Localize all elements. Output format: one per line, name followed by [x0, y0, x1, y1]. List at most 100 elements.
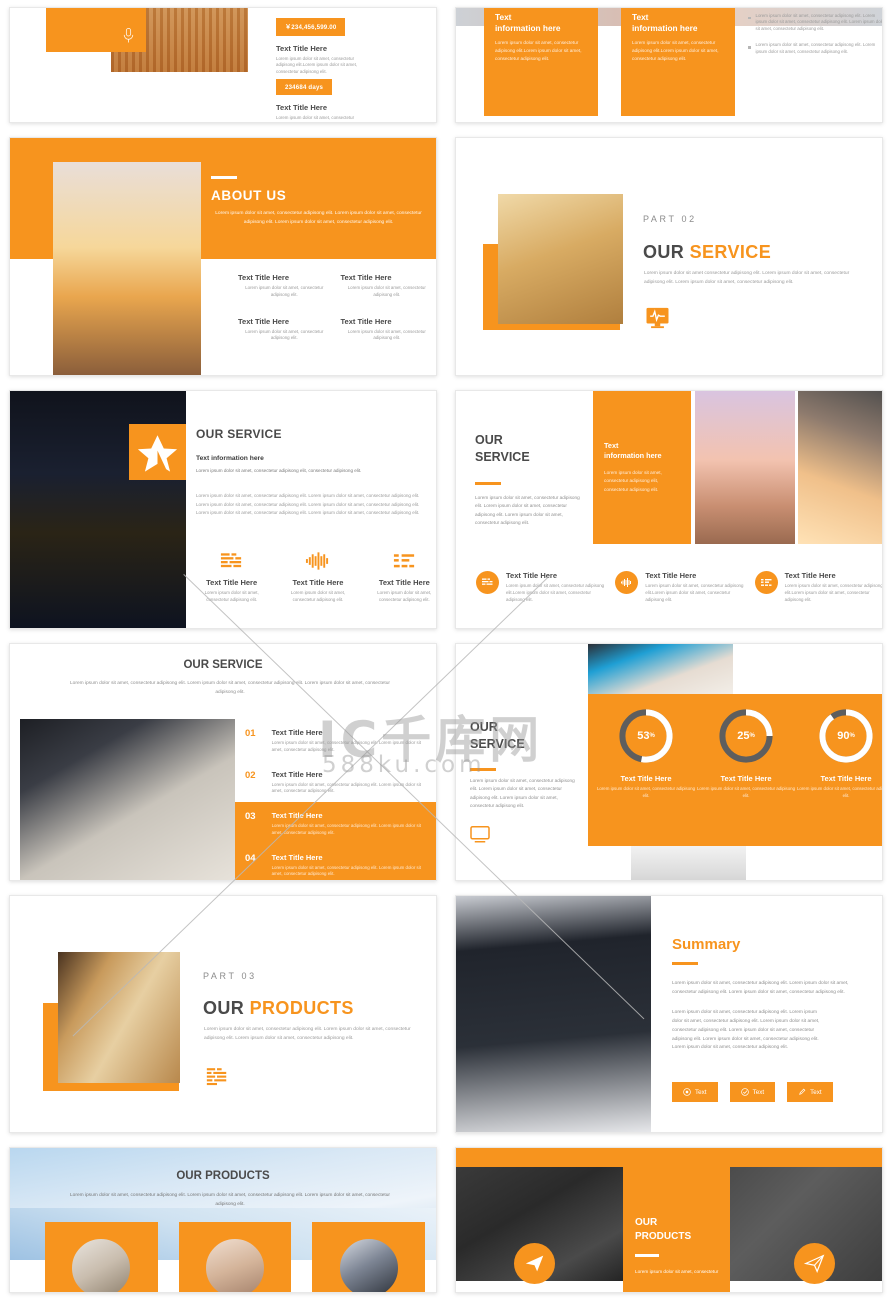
paper-plane-icon[interactable]: [514, 1243, 555, 1284]
equalizer-bars-icon: [193, 549, 270, 572]
slide6-feature2-title: Text Title Here: [784, 571, 836, 580]
text-button-1[interactable]: Text: [729, 1082, 776, 1102]
slide-about-us[interactable]: ABOUT US Lorem ipsum dolor sit amet, con…: [9, 137, 437, 376]
slide-service-donuts[interactable]: OUR SERVICE Lorem ipsum dolor sit amet, …: [455, 643, 883, 881]
text-button-0[interactable]: Text: [672, 1082, 718, 1102]
page-title: Summary: [672, 936, 741, 953]
slide9-body: Lorem ipsum dolor sit amet, consectetur …: [204, 1027, 411, 1041]
slide11-subtitle: Lorem ipsum dolor sit amet, consectetur …: [70, 1193, 390, 1207]
audio-wave-icon: [279, 549, 356, 572]
slide11-cards: Text Title Here Text Title Here Text Tit…: [45, 1222, 426, 1292]
pencil-icon: [799, 1088, 806, 1095]
slide-deck-grid: ipsum dolor sit amet, consectetur adipis…: [0, 0, 892, 1300]
slide3-items-grid: Text Title Here Lorem ipsum dolor sit am…: [238, 273, 433, 342]
bullet-icon: [748, 16, 751, 20]
slide12-heading: OUR PRODUCTS: [635, 1216, 691, 1244]
slide-info-boxes[interactable]: Text information here Lorem ipsum dolor …: [455, 7, 883, 123]
check-circle-icon: [740, 1088, 749, 1096]
slide5-col0-title: Text Title Here: [206, 578, 258, 587]
slide12-body: Lorem ipsum dolor sit amet, consectetur: [635, 1269, 719, 1274]
slide8-heading-line1: OUR: [470, 720, 498, 734]
slide6-rule: [475, 482, 501, 485]
list-item[interactable]: 03 Text Title Here Lorem ipsum dolor sit…: [235, 802, 436, 844]
slide7-num-2: 03: [245, 811, 256, 822]
slide5-col-2: Text Title Here Lorem ipsum dolor sit am…: [366, 549, 436, 604]
slide3-item1-title: Text Title Here: [340, 273, 392, 282]
list-item[interactable]: 02 Text Title Here Lorem ipsum dolor sit…: [235, 761, 436, 803]
slide6-heading-line1: OUR: [475, 433, 503, 447]
page-title: OUR SERVICE: [196, 427, 282, 441]
slide6-feature0-title: Text Title Here: [506, 571, 557, 580]
slide-stats[interactable]: ipsum dolor sit amet, consectetur adipis…: [9, 7, 437, 123]
slide6-heading-line2: SERVICE: [475, 449, 530, 464]
paper-plane-outline-icon[interactable]: [794, 1243, 835, 1284]
slide3-photo-sunman: [53, 162, 201, 375]
slide8-donut0-value: 53: [637, 730, 650, 742]
list-item: Lorem ipsum dolor sit amet, consectetur …: [748, 42, 882, 56]
slide6-orange-box: Text information here Lorem ipsum dolor …: [593, 391, 691, 544]
slide8-donut1-value: 25: [737, 730, 750, 742]
slide7-num-1: 02: [245, 769, 256, 781]
slide10-button2-label: Text: [810, 1088, 822, 1096]
slide6-box-title2: information here: [604, 450, 662, 460]
slide7-title-2: Text Title Here: [271, 811, 323, 820]
slide8-photo-desk: [631, 846, 746, 880]
slide2-bullet-2: Lorem ipsum dolor sit amet, consectetur …: [755, 42, 876, 54]
slide-service-city[interactable]: OUR SERVICE Text information here Lorem …: [9, 390, 437, 629]
slide-service-numbered[interactable]: OUR SERVICE Lorem ipsum dolor sit amet, …: [9, 643, 437, 881]
slide-summary[interactable]: Summary Lorem ipsum dolor sit amet, cons…: [455, 895, 883, 1133]
product-card-2[interactable]: Text Title Here: [312, 1222, 426, 1292]
slide-cell-12: OUR PRODUCTS Lorem ipsum dolor sit amet,…: [446, 1140, 892, 1300]
slide4-part-label: PART 02: [643, 214, 697, 224]
product-card-0[interactable]: Text Title Here: [45, 1222, 158, 1292]
slide10-para-2: Lorem ipsum dolor sit amet, consectetur …: [672, 1010, 820, 1051]
donut-chart: 25%: [716, 706, 776, 766]
slide-products-dark[interactable]: OUR PRODUCTS Lorem ipsum dolor sit amet,…: [455, 1147, 883, 1293]
slide7-body-0: Lorem ipsum dolor sit amet, consectetur …: [271, 740, 421, 752]
text-button-2[interactable]: Text: [787, 1082, 833, 1102]
equalizer-bars-icon: [206, 1068, 227, 1086]
slide1-pill-0: ￥234,456,599.00: [276, 17, 346, 36]
product-card-1[interactable]: Text Title Here: [178, 1222, 292, 1292]
slide1-orange-card: ipsum dolor sit amet, consectetur adipis…: [46, 8, 146, 52]
list-bars-icon: [366, 549, 436, 572]
slide1-stat-body-1: Lorem ipsum dolor sit amet, consectetur …: [276, 115, 355, 121]
slide6-box-body: Lorem ipsum dolor sit amet, consectetur …: [604, 469, 662, 492]
slide3-item-3: Text Title Here Lorem ipsum dolor sit am…: [341, 317, 434, 343]
slide3-subtitle: Lorem ipsum dolor sit amet, consectetur …: [215, 211, 422, 225]
slide8-label0-body: Lorem ipsum dolor sit amet, consectetur …: [596, 786, 696, 798]
slide1-stat-body-0: Lorem ipsum dolor sit amet, consectetur …: [276, 55, 358, 75]
slide12-heading-line1: OUR: [635, 1217, 658, 1228]
list-item[interactable]: 04 Text Title Here Lorem ipsum dolor sit…: [235, 843, 436, 880]
slide6-photo-dusk: [695, 391, 795, 544]
slide3-item-1: Text Title Here Lorem ipsum dolor sit am…: [341, 273, 434, 299]
slide7-num-3: 04: [245, 852, 256, 864]
slide8-label0-title: Text Title Here: [620, 774, 672, 783]
list-bars-icon: [754, 571, 778, 594]
slide8-heading: OUR SERVICE: [470, 719, 525, 752]
slide3-item-0: Text Title Here Lorem ipsum dolor sit am…: [238, 273, 331, 299]
target-icon: [683, 1088, 691, 1096]
slide8-heading-line2: SERVICE: [470, 736, 525, 751]
slide8-rule: [470, 768, 496, 771]
list-item[interactable]: 01 Text Title Here Lorem ipsum dolor sit…: [235, 719, 436, 761]
slide-cell-6: OUR SERVICE Lorem ipsum dolor sit amet, …: [446, 383, 892, 636]
slide-part-03[interactable]: PART 03 OUR PRODUCTS Lorem ipsum dolor s…: [9, 895, 437, 1133]
star-icon: [137, 435, 178, 472]
slide-cell-4: PART 02 OUR SERVICE Lorem ipsum dolor si…: [446, 130, 892, 383]
slide-part-02[interactable]: PART 02 OUR SERVICE Lorem ipsum dolor si…: [455, 137, 883, 376]
slide7-photo-handshake: [20, 719, 235, 880]
slide10-button0-label: Text: [695, 1088, 707, 1096]
slide7-body-3: Lorem ipsum dolor sit amet, consectetur …: [271, 864, 421, 877]
slide6-feature1-title: Text Title Here: [645, 571, 697, 580]
slide-service-panels[interactable]: OUR SERVICE Lorem ipsum dolor sit amet, …: [455, 390, 883, 629]
slide2-box0-body: Lorem ipsum dolor sit amet, consectetur …: [495, 39, 582, 61]
slide5-col1-body: Lorem ipsum dolor sit amet, consectetur …: [290, 590, 346, 602]
slide8-donut-0: 53% Text Title Here Lorem ipsum dolor si…: [596, 706, 696, 800]
slide5-col2-body: Lorem ipsum dolor sit amet, consectetur …: [377, 590, 432, 602]
slide-products-cards[interactable]: OUR PRODUCTS Lorem ipsum dolor sit amet,…: [9, 1147, 437, 1293]
slide9-heading-a: OUR: [203, 998, 245, 1018]
slide8-label1-title: Text Title Here: [720, 774, 772, 783]
slide2-percent-stat: 60%: [642, 8, 679, 12]
slide1-stat-title-0: Text Title Here: [276, 43, 327, 53]
